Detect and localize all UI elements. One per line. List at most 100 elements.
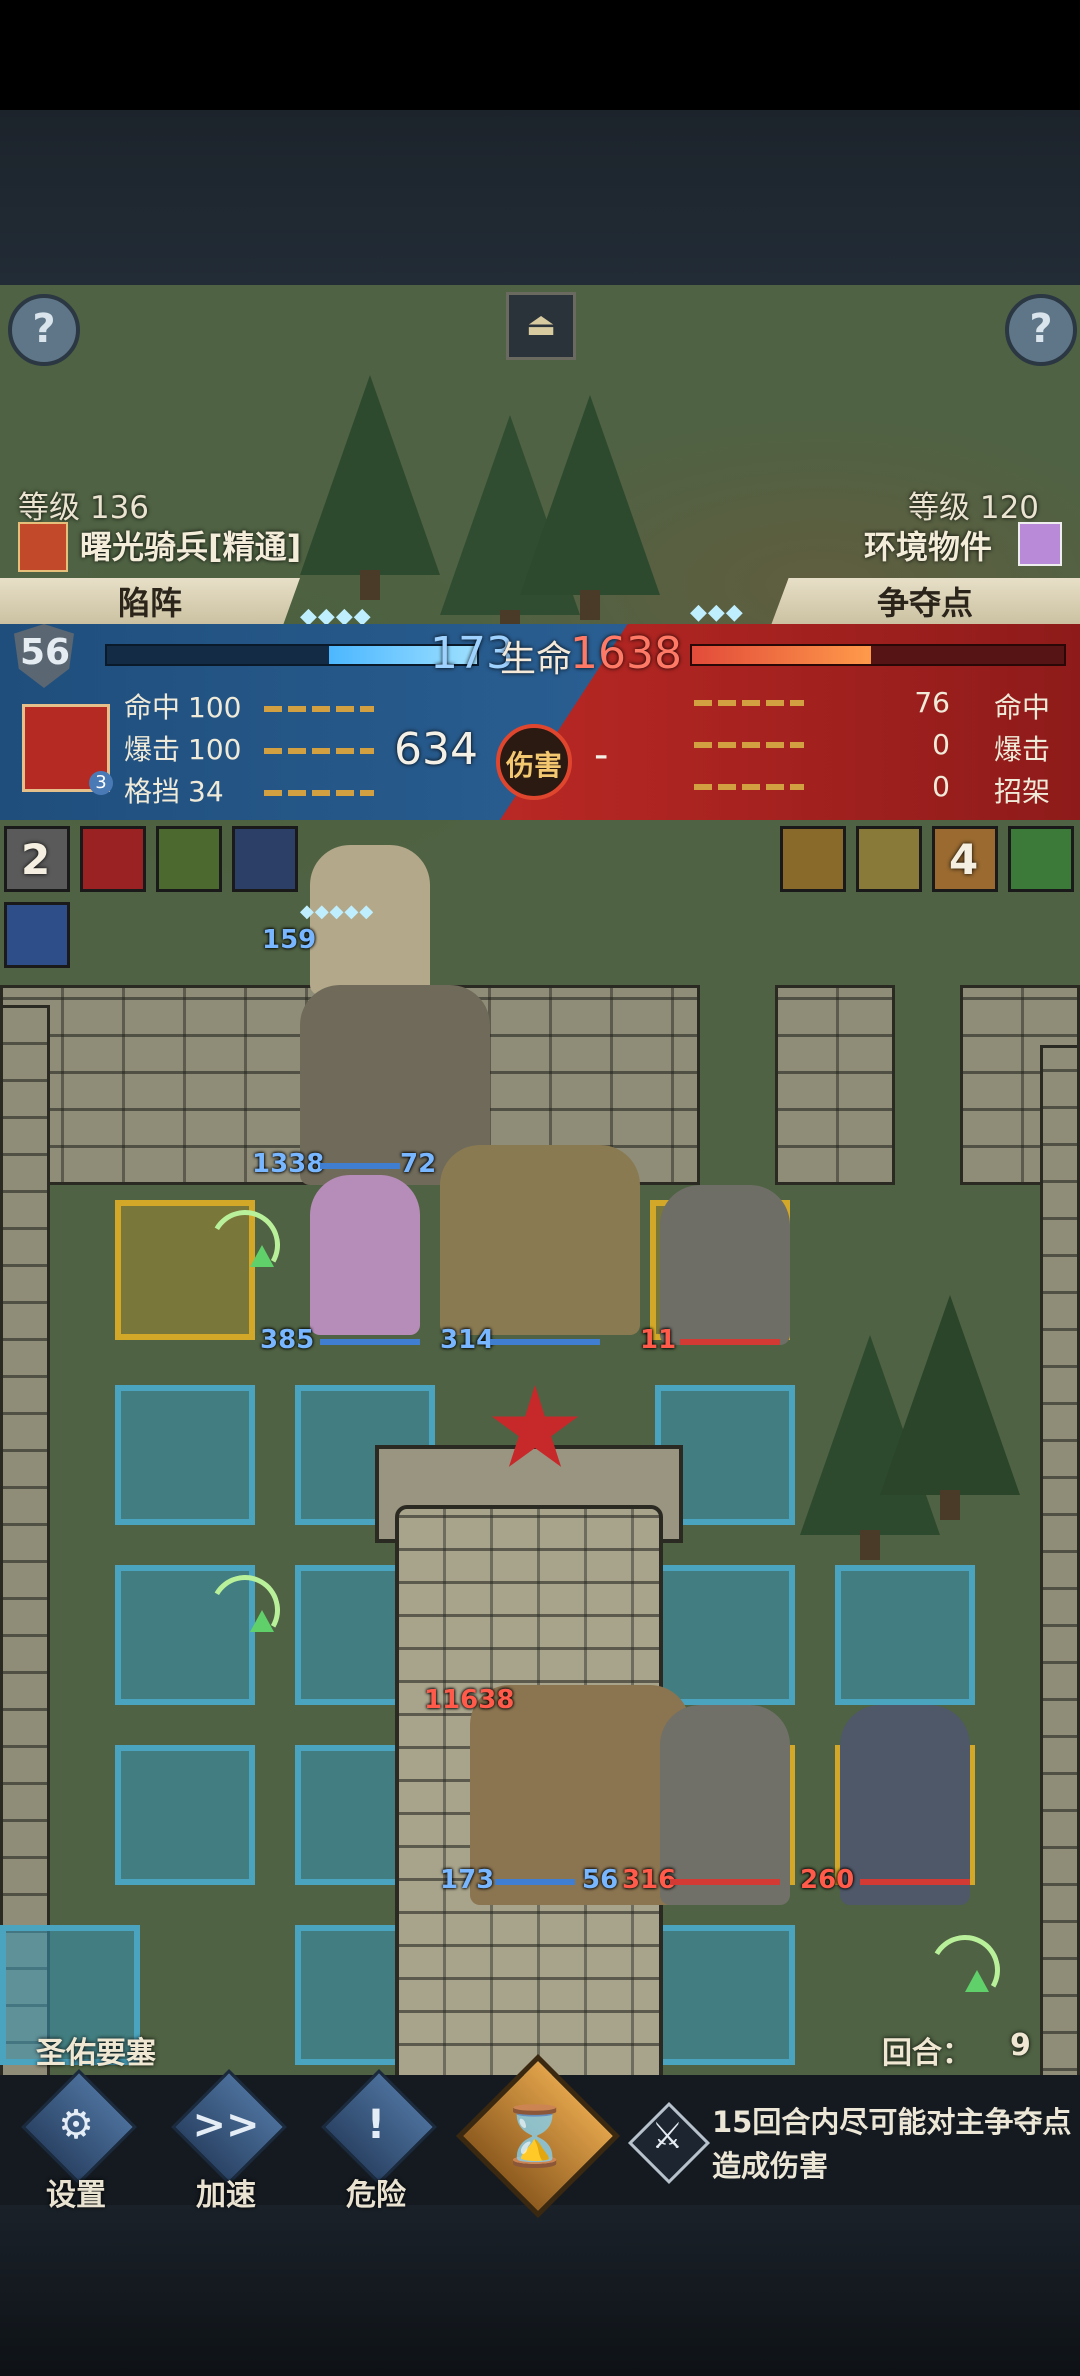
bottom-action-bar: [0, 2205, 1080, 2376]
map-name: 圣佑要塞: [36, 2036, 156, 2071]
left-stat-crit: 爆击 100: [124, 728, 375, 768]
unit-hp-bar: [680, 1339, 780, 1345]
pine-tree: [880, 1295, 1020, 1520]
unit-hp-bar: [320, 1339, 420, 1345]
grid-tile[interactable]: [655, 1925, 795, 2065]
collapse-panel-button[interactable]: ⏏: [506, 292, 576, 360]
skill-level-badge: 3: [89, 771, 113, 795]
right-unit-level: 等级 120: [908, 490, 1040, 526]
speed-up-button[interactable]: >> 加速: [166, 2069, 287, 2213]
right-unit-name: 环境物件: [864, 528, 993, 566]
buff-grass-icon[interactable]: [1008, 826, 1074, 892]
hourglass-icon: ⌛: [498, 2102, 572, 2170]
buff-flame-icon[interactable]: [232, 826, 298, 892]
buff-tower-icon[interactable]: [780, 826, 846, 892]
defender-hp: 1638: [570, 628, 682, 679]
buff-shield-icon[interactable]: 2: [4, 826, 70, 892]
objective-line: 造成伤害: [712, 2149, 829, 2183]
swords-glyph: ⚔: [651, 2115, 684, 2157]
unit-enemy-shieldbearer[interactable]: [660, 1185, 790, 1345]
unit-hp-bar: [320, 1163, 400, 1169]
attack-skill-icon[interactable]: 3: [22, 704, 113, 795]
objective-swords-icon: ⚔: [627, 2101, 711, 2185]
up-arrow-icon: [250, 1245, 274, 1267]
unit-hp-number: 173: [440, 1865, 495, 1895]
left-unit-tag: 陷阵: [0, 578, 300, 628]
staff-icon: [1018, 522, 1062, 566]
tower-hp-number: 11638: [424, 1685, 515, 1715]
unit-enemy-shieldbearer[interactable]: [660, 1705, 790, 1905]
unit-hp-number: 260: [800, 1865, 855, 1895]
buff-nature-icon[interactable]: [156, 826, 222, 892]
unit-dawn-cavalry[interactable]: [440, 1145, 640, 1335]
objective-line: 15回合内尽可能对主争夺点: [712, 2105, 1072, 2139]
left-stat-hit: 命中 100: [124, 686, 375, 726]
counter-damage: -: [594, 732, 609, 778]
unit-hp-bar: [490, 1339, 600, 1345]
grid-tile[interactable]: [115, 1385, 255, 1525]
stone-wall: [0, 1005, 50, 2075]
buff-count: 2: [21, 835, 51, 884]
settings-label: 设置: [46, 2178, 106, 2213]
combat-forecast-panel: 56 173 生命 1638 3 命中 100 爆击 100 格挡 34 634 伤害…: [0, 624, 1080, 820]
stat-value: 0: [932, 770, 950, 803]
stat-value: 100: [188, 733, 242, 766]
end-turn-button[interactable]: ⌛: [455, 2053, 621, 2219]
left-gems: ◆◆◆◆: [300, 604, 372, 629]
unit-hp-bar: [495, 1879, 575, 1885]
cavalry-class-icon: [18, 522, 68, 572]
pine-tree: [300, 375, 440, 600]
unit-gems: ◆◆◆◆◆: [300, 901, 375, 922]
grid-tile[interactable]: [655, 1565, 795, 1705]
stat-label: 格挡: [124, 775, 181, 808]
stat-label: 爆击: [124, 733, 181, 766]
stone-wall: [775, 985, 895, 1185]
pine-tree: [520, 395, 660, 620]
unit-hp-number: 1338: [252, 1149, 325, 1179]
stone-wall: [1040, 1045, 1080, 2075]
buff-target-icon[interactable]: [856, 826, 922, 892]
left-stat-block: 格挡 34: [124, 770, 375, 810]
danger-button[interactable]: ! 危险: [316, 2069, 437, 2213]
stat-label: 命中: [993, 691, 1050, 724]
up-arrow-icon: [965, 1970, 989, 1992]
unit-hp-number: 56: [582, 1865, 619, 1895]
damage-value: 634: [394, 724, 478, 775]
help-button-left[interactable]: ?: [8, 294, 80, 366]
unit-hp-bar: [670, 1879, 780, 1885]
unit-hp-number: 314: [440, 1325, 495, 1355]
top-backdrop: [0, 110, 1080, 285]
speed-up-label: 加速: [196, 2178, 256, 2213]
up-arrow-icon: [250, 1610, 274, 1632]
unit-enemy-spearman[interactable]: [840, 1705, 970, 1905]
damage-badge: 伤害: [496, 724, 576, 804]
status-bar-area: [0, 0, 1080, 110]
unit-hp-number: 385: [260, 1325, 315, 1355]
unit-hp-number: 316: [622, 1865, 677, 1895]
defender-hp-bar: [690, 644, 1066, 666]
grid-tile[interactable]: [115, 1745, 255, 1885]
grid-tile[interactable]: [835, 1565, 975, 1705]
buff-cavalry-icon[interactable]: [4, 902, 70, 968]
unit-hp-number: 11: [640, 1325, 677, 1355]
stat-label: 命中: [124, 691, 181, 724]
left-unit-name: 曙光骑兵[精通]: [80, 528, 302, 566]
unit-hp-bar: [860, 1879, 970, 1885]
stat-value: 34: [188, 775, 224, 808]
right-gems: ◆◆◆: [690, 600, 744, 625]
buff-count: 4: [949, 835, 979, 884]
attacker-hp-bar: [105, 644, 479, 666]
shield-value: 56: [20, 632, 71, 673]
buff-rage-icon[interactable]: [80, 826, 146, 892]
right-unit-tag: 争夺点: [770, 578, 1080, 628]
buff-sword-icon[interactable]: 4: [932, 826, 998, 892]
stat-value: 76: [914, 686, 950, 719]
fast-forward-icon: >>: [192, 2102, 260, 2148]
unit-hp-number: 72: [400, 1149, 437, 1179]
gear-icon: ⚙: [58, 2102, 94, 2148]
hp-label: 生命: [500, 639, 573, 680]
stat-label: 爆击: [993, 733, 1050, 766]
unit-mage[interactable]: [310, 1175, 420, 1335]
settings-button[interactable]: ⚙ 设置: [16, 2069, 137, 2213]
help-button-right[interactable]: ?: [1005, 294, 1077, 366]
